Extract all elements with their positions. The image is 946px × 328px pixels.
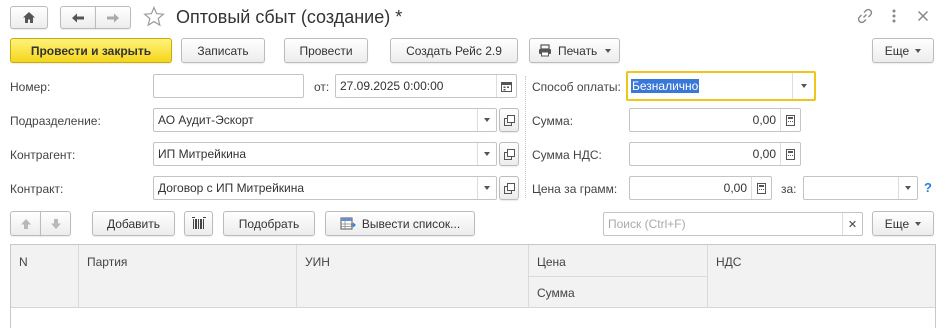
vat-sum-field[interactable]: 0,00 (629, 142, 801, 166)
calculator-icon[interactable] (780, 143, 800, 165)
vat-sum-label: Сумма НДС: (532, 148, 602, 162)
open-counterparty-button[interactable] (499, 142, 519, 166)
open-contract-button[interactable] (499, 176, 519, 200)
help-icon[interactable]: ? (924, 180, 932, 195)
window-title: Оптовый сбыт (создание) * (176, 7, 403, 27)
dropdown-arrow-icon[interactable] (477, 109, 496, 131)
number-field[interactable] (153, 74, 304, 98)
items-table: N Партия УИН Цена Сумма НДС (10, 244, 936, 328)
close-icon[interactable] (917, 10, 929, 22)
column-header-n[interactable]: N (19, 255, 28, 269)
more-vertical-icon[interactable] (891, 8, 897, 24)
division-label: Подразделение: (10, 114, 101, 128)
print-button[interactable]: Печать (529, 38, 620, 63)
column-header-uin[interactable]: УИН (305, 255, 330, 269)
clear-search-icon[interactable] (842, 213, 862, 235)
arrow-right-icon (107, 13, 119, 22)
create-trip-button[interactable]: Создать Рейс 2.9 (390, 38, 518, 63)
dropdown-arrow-icon[interactable] (477, 143, 496, 165)
export-list-button[interactable]: Вывести список... (325, 211, 475, 236)
column-header-amount[interactable]: Сумма (537, 286, 575, 300)
price-per-gram-field[interactable]: 0,00 (629, 176, 772, 200)
payment-method-value: Безналично (631, 79, 700, 93)
chevron-down-icon (605, 48, 612, 53)
forward-button[interactable] (95, 6, 131, 29)
sum-field[interactable]: 0,00 (629, 108, 801, 132)
move-up-button[interactable] (10, 211, 41, 236)
move-down-button[interactable] (40, 211, 71, 236)
post-button[interactable]: Провести (284, 38, 368, 63)
division-field[interactable]: АО Аудит-Эскорт (153, 108, 497, 132)
chevron-down-icon (915, 48, 922, 53)
barcode-icon (191, 216, 206, 229)
print-label: Печать (558, 43, 598, 58)
dropdown-arrow-icon[interactable] (477, 177, 496, 199)
price-per-gram-label: Цена за грамм: (532, 182, 618, 196)
calculator-icon[interactable] (780, 109, 800, 131)
table-more-label: Еще (884, 216, 910, 231)
sum-label: Сумма: (532, 114, 574, 128)
export-list-icon (340, 217, 356, 230)
post-and-close-button[interactable]: Провести и закрыть (10, 38, 172, 63)
table-more-button[interactable]: Еще (872, 211, 934, 236)
printer-icon (539, 44, 551, 57)
column-header-price[interactable]: Цена (537, 255, 566, 269)
column-separator (525, 76, 526, 198)
counterparty-label: Контрагент: (10, 148, 76, 162)
home-icon (23, 12, 35, 23)
back-button[interactable] (60, 6, 96, 29)
date-field[interactable]: 27.09.2025 0:00:00 (335, 74, 517, 98)
link-icon[interactable] (857, 8, 873, 24)
open-icon (503, 148, 515, 160)
barcode-button[interactable] (184, 211, 213, 236)
calculator-icon[interactable] (751, 177, 771, 199)
per-label: за: (781, 182, 797, 196)
dropdown-arrow-icon[interactable] (898, 177, 917, 199)
arrow-left-icon (72, 13, 84, 22)
payment-method-label: Способ оплаты: (532, 80, 621, 94)
payment-method-field[interactable]: Безналично (626, 71, 816, 101)
contract-label: Контракт: (10, 182, 64, 196)
star-icon[interactable] (143, 6, 165, 27)
open-icon (503, 114, 515, 126)
chevron-down-icon (915, 221, 922, 226)
home-button[interactable] (10, 6, 48, 29)
save-button[interactable]: Записать (181, 38, 265, 63)
export-list-label: Вывести список... (361, 216, 461, 231)
number-label: Номер: (10, 80, 51, 94)
per-field[interactable] (803, 176, 918, 200)
more-label: Еще (884, 43, 910, 58)
date-label: от: (314, 80, 330, 94)
counterparty-field[interactable]: ИП Митрейкина (153, 142, 497, 166)
add-row-button[interactable]: Добавить (92, 211, 175, 236)
open-division-button[interactable] (499, 108, 519, 132)
dropdown-arrow-icon[interactable] (792, 73, 814, 99)
arrow-down-icon (50, 218, 61, 229)
column-header-vat[interactable]: НДС (716, 255, 741, 269)
table-header (11, 245, 935, 308)
search-input[interactable]: Поиск (Ctrl+F) (603, 212, 863, 236)
column-header-batch[interactable]: Партия (87, 255, 127, 269)
more-button[interactable]: Еще (872, 38, 934, 63)
open-icon (503, 182, 515, 194)
arrow-up-icon (20, 218, 31, 229)
calendar-icon[interactable] (496, 75, 516, 97)
pick-button[interactable]: Подобрать (223, 211, 315, 236)
contract-field[interactable]: Договор с ИП Митрейкина (153, 176, 497, 200)
